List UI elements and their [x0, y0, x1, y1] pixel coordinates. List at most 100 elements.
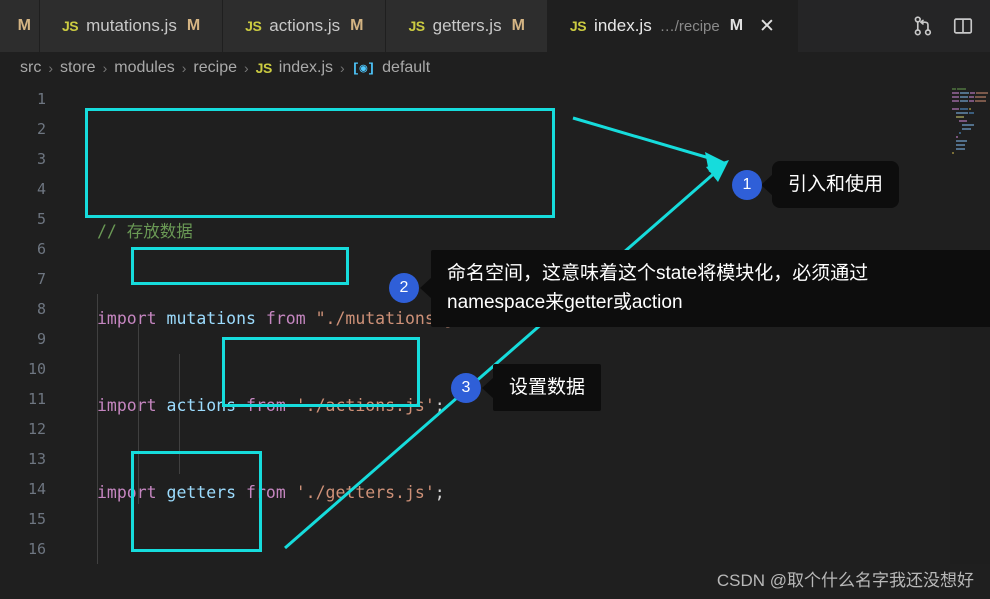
tab-label: index.js — [594, 16, 652, 35]
vscode-window: M JS mutations.js M JS actions.js M JS g… — [0, 0, 990, 599]
minimap-line — [950, 100, 990, 103]
line-number: 16 — [27, 540, 46, 558]
breadcrumb-separator: › — [102, 60, 108, 76]
code-token-punct: ; — [434, 483, 445, 502]
source-control-icon[interactable] — [910, 13, 936, 39]
code-token-keyword: import — [97, 309, 157, 328]
breadcrumb-separator: › — [243, 60, 249, 76]
watermark: CSDN @取个什么名字我还没想好 — [716, 571, 974, 590]
tab-index-js[interactable]: JS index.js …/recipe M ✕ — [547, 0, 798, 52]
minimap-line — [950, 136, 990, 139]
code-token-punct: ; — [434, 396, 445, 415]
js-file-icon: JS — [569, 18, 587, 34]
code-editor[interactable]: 1 2 3 4 5 6 7 8 9 10 11 12 13 14 15 16 1… — [0, 84, 990, 564]
line-number: 9 — [36, 330, 46, 348]
code-token-identifier: getters — [166, 483, 237, 502]
code-line-3[interactable]: import actions from './actions.js'; — [56, 391, 950, 421]
breadcrumb-separator: › — [340, 60, 345, 76]
code-token-keyword: import — [97, 483, 157, 502]
code-token-identifier: mutations — [166, 309, 256, 328]
tab-actions-js[interactable]: JS actions.js M — [223, 0, 387, 52]
tab-modified-indicator: M — [17, 17, 31, 34]
breadcrumb-item-modules[interactable]: modules — [114, 59, 174, 77]
tab-getters-js[interactable]: JS getters.js M — [386, 0, 548, 52]
symbol-icon: [◉] — [351, 60, 376, 76]
tab-modified-indicator: M — [350, 17, 364, 34]
tab-modified-indicator: M — [729, 17, 744, 34]
minimap-line — [950, 148, 990, 151]
js-file-icon: JS — [245, 18, 262, 34]
line-number: 10 — [27, 360, 46, 378]
close-icon[interactable]: ✕ — [759, 17, 775, 36]
code-token-string: './getters.js' — [295, 483, 435, 502]
line-number: 2 — [36, 120, 46, 138]
line-number: 4 — [36, 180, 46, 198]
js-file-icon: JS — [408, 18, 425, 34]
minimap-line — [950, 132, 990, 135]
js-file-icon: JS — [62, 18, 79, 34]
indent-guide — [97, 294, 98, 564]
tab-modified-indicator: M — [186, 17, 201, 34]
line-number: 8 — [36, 300, 46, 318]
tab-path-hint: …/recipe — [659, 17, 720, 35]
minimap-line — [950, 124, 990, 127]
minimap-line — [950, 92, 990, 95]
line-number: 1 — [36, 90, 46, 108]
minimap-line — [950, 128, 990, 131]
code-line-4[interactable]: import getters from './getters.js'; — [56, 478, 950, 508]
breadcrumb-item-recipe[interactable]: recipe — [193, 59, 237, 77]
breadcrumb-item-store[interactable]: store — [60, 59, 96, 77]
minimap-line — [950, 120, 990, 123]
editor-actions — [896, 0, 990, 52]
breadcrumb-separator: › — [181, 60, 187, 76]
line-number: 11 — [27, 390, 46, 408]
line-number-gutter: 1 2 3 4 5 6 7 8 9 10 11 12 13 14 15 16 1… — [0, 84, 56, 564]
tab-partial[interactable]: M — [0, 0, 40, 52]
code-line-2[interactable]: import mutations from "./mutations.js" — [56, 304, 950, 334]
line-number: 15 — [27, 510, 46, 528]
minimap[interactable] — [950, 84, 990, 564]
code-token-identifier: actions — [166, 396, 237, 415]
line-number: 3 — [36, 150, 46, 168]
minimap-line — [950, 116, 990, 119]
line-number: 12 — [27, 420, 46, 438]
minimap-line — [950, 96, 990, 99]
tab-label: actions.js — [269, 16, 341, 35]
code-token-string: './actions.js' — [295, 396, 435, 415]
line-number: 7 — [36, 270, 46, 288]
editor-tab-bar: M JS mutations.js M JS actions.js M JS g… — [0, 0, 990, 52]
line-number: 5 — [36, 210, 46, 228]
breadcrumb-item-default[interactable]: default — [382, 59, 430, 77]
code-token-keyword: from — [246, 396, 286, 415]
code-token-keyword: from — [246, 483, 286, 502]
js-file-icon: JS — [255, 60, 273, 76]
minimap-line — [950, 104, 990, 107]
minimap-line — [950, 112, 990, 115]
tab-modified-indicator: M — [511, 17, 525, 34]
breadcrumb: src › store › modules › recipe › JS inde… — [0, 52, 990, 84]
breadcrumb-item-src[interactable]: src — [20, 59, 41, 77]
code-token-comment: // 存放数据 — [97, 222, 193, 241]
tab-mutations-js[interactable]: JS mutations.js M — [40, 0, 224, 52]
tab-label: getters.js — [432, 16, 502, 35]
minimap-line — [950, 108, 990, 111]
line-number: 13 — [27, 450, 46, 468]
code-token-string: "./mutations.js" — [315, 309, 475, 328]
code-token-keyword: from — [265, 309, 306, 328]
code-content[interactable]: // 存放数据 import mutations from "./mutatio… — [56, 84, 950, 564]
split-editor-icon[interactable] — [950, 13, 976, 39]
minimap-line — [950, 144, 990, 147]
minimap-line — [950, 88, 990, 91]
code-line-1[interactable]: // 存放数据 — [56, 217, 950, 247]
minimap-line — [950, 140, 990, 143]
breadcrumb-item-index-js[interactable]: index.js — [279, 59, 333, 77]
